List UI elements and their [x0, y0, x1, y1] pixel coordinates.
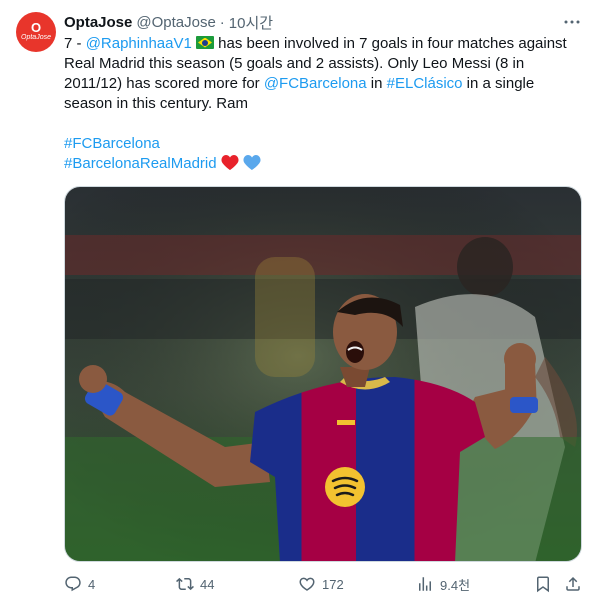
views-button[interactable]: 9.4천 — [416, 572, 470, 596]
text-segment: 2011/12) has scored more for — [64, 75, 264, 92]
bookmark-icon — [537, 576, 549, 593]
brazil-flag-icon — [196, 36, 214, 49]
reply-button[interactable]: 4 — [64, 572, 95, 596]
heart-icon — [299, 577, 315, 591]
mention-raphinha[interactable]: @RaphinhaaV1 — [86, 35, 192, 52]
tweet-text: 7 - @RaphinhaaV1 has been involved in 7 … — [64, 34, 584, 174]
action-bar: 4 44 172 9.4천 — [64, 572, 584, 596]
reply-icon — [65, 576, 81, 592]
text-segment: in a single — [462, 75, 535, 92]
share-icon — [566, 576, 580, 591]
celebrating-player-photo — [65, 187, 581, 561]
tweet-photo[interactable] — [64, 186, 582, 562]
text-segment: 7 - — [64, 35, 86, 52]
reply-count: 4 — [88, 576, 96, 592]
avatar-logo-text: OptaJose — [21, 34, 51, 41]
views-count: 9.4천 — [440, 577, 471, 593]
tweet-line-7: #BarcelonaRealMadrid — [64, 154, 584, 174]
tweet-line-4: season in this century. Ram — [64, 95, 248, 112]
bookmark-button[interactable] — [534, 572, 552, 596]
tweet-line-1: 7 - @RaphinhaaV1 has been involved in 7 … — [64, 34, 584, 54]
avatar-logo-letter: O — [30, 20, 42, 35]
tweet-line-3: 2011/12) has scored more for @FCBarcelon… — [64, 74, 584, 94]
like-count: 172 — [322, 576, 344, 592]
like-button[interactable]: 172 — [298, 572, 344, 596]
tweet-line-6: #FCBarcelona — [64, 134, 584, 154]
author-name[interactable]: OptaJose — [64, 14, 132, 31]
author-handle[interactable]: @OptaJose — [136, 14, 215, 31]
views-chart-icon — [419, 577, 431, 591]
separator-dot: · — [219, 13, 225, 31]
mention-fcbarcelona[interactable]: @FCBarcelona — [264, 75, 367, 92]
blue-heart-icon — [243, 155, 261, 170]
tweet-line-2: Real Madrid this season (5 goals and 2 a… — [64, 55, 525, 72]
repost-button[interactable]: 44 — [176, 572, 214, 596]
red-heart-icon — [221, 155, 239, 170]
hashtag-elclasico[interactable]: #ELClásico — [387, 75, 463, 92]
tweet-header: OptaJose @OptaJose · 10시간 — [64, 12, 582, 32]
hashtag-fcbarcelona[interactable]: #FCBarcelona — [64, 135, 160, 152]
hashtag-barcelonarealmadrid[interactable]: #BarcelonaRealMadrid — [64, 155, 217, 172]
share-button[interactable] — [564, 572, 582, 596]
more-options-icon[interactable] — [562, 12, 582, 32]
repost-icon — [176, 577, 194, 591]
text-segment: in — [366, 75, 387, 92]
timestamp[interactable]: 10시간 — [229, 12, 273, 33]
text-segment: has been involved in 7 goals in four mat… — [214, 35, 567, 52]
avatar[interactable]: O OptaJose — [16, 12, 56, 52]
repost-count: 44 — [200, 576, 215, 592]
